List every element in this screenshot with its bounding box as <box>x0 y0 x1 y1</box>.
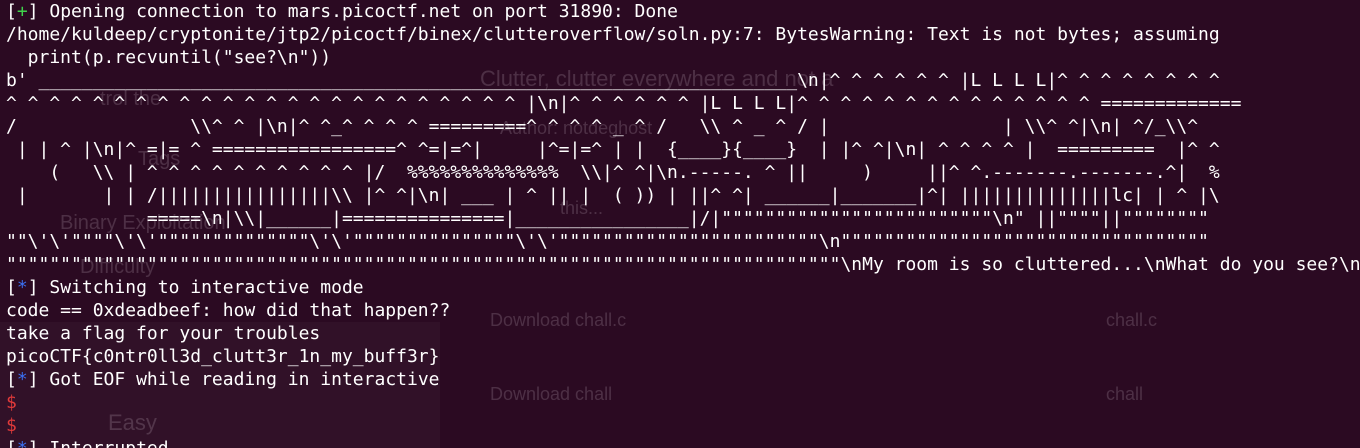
terminal-line: =====\n|\\|______|===============|______… <box>6 207 1360 230</box>
terminal-line: | | ^ |\n|^ =|= ^ =================^ ^=|… <box>6 138 1360 161</box>
output-text: ( \\ | ^ ^ ^ ^ ^ ^ ^ ^ ^ ^ |/ %%%%%%%%%%… <box>6 162 1220 183</box>
terminal-line: """"""""""""""""""""""""""""""""""""""""… <box>6 253 1360 276</box>
output-text: /home/kuldeep/cryptonite/jtp2/picoctf/bi… <box>6 24 1220 45</box>
output-text: ^ ^ ^ ^ ^ ^ ^ ^ ^ ^ ^ ^ ^ ^ ^ ^ ^ ^ ^ ^ … <box>6 93 1242 114</box>
status-bracket-close: ] <box>28 438 39 448</box>
output-text: b' _____________________________________… <box>6 70 1220 91</box>
terminal-line: $ <box>6 391 1360 414</box>
output-text: take a flag for your troubles <box>6 323 321 344</box>
terminal-line: / \\^ ^ |\n|^ ^_^ ^ ^ ^ =========^ ^ ^ ^… <box>6 115 1360 138</box>
output-text: picoCTF{c0ntr0ll3d_clutt3r_1n_my_buff3r} <box>6 346 440 367</box>
output-text: =====\n|\\|______|===============|______… <box>6 208 1209 229</box>
status-info-marker: * <box>17 438 28 448</box>
status-text: Got EOF while reading in interactive <box>38 369 440 390</box>
output-text: / \\^ ^ |\n|^ ^_^ ^ ^ ^ =========^ ^ ^ ^… <box>6 116 1199 137</box>
terminal-line: [+] Opening connection to mars.picoctf.n… <box>6 0 1360 23</box>
terminal-line: code == 0xdeadbeef: how did that happen?… <box>6 299 1360 322</box>
status-bracket-open: [ <box>6 369 17 390</box>
status-text: Switching to interactive mode <box>38 277 364 298</box>
terminal-line: ^ ^ ^ ^ ^ ^ ^ ^ ^ ^ ^ ^ ^ ^ ^ ^ ^ ^ ^ ^ … <box>6 92 1360 115</box>
terminal-output[interactable]: [+] Opening connection to mars.picoctf.n… <box>6 0 1360 448</box>
output-text: | | | /||||||||||||||||\\ |^ ^|\n| ___ |… <box>6 185 1220 206</box>
output-text: | | ^ |\n|^ =|= ^ =================^ ^=|… <box>6 139 1220 160</box>
terminal-line: ""\'\'""""\'\'""""""""""""""\'\'""""""""… <box>6 230 1360 253</box>
status-bracket-open: [ <box>6 277 17 298</box>
shell-prompt: $ <box>6 392 17 413</box>
status-bracket-open: [ <box>6 1 17 22</box>
status-text: Opening connection to mars.picoctf.net o… <box>38 1 678 22</box>
terminal-line: /home/kuldeep/cryptonite/jtp2/picoctf/bi… <box>6 23 1360 46</box>
terminal-line: | | | /||||||||||||||||\\ |^ ^|\n| ___ |… <box>6 184 1360 207</box>
terminal-line: b' _____________________________________… <box>6 69 1360 92</box>
terminal-line: [*] Got EOF while reading in interactive <box>6 368 1360 391</box>
terminal-line: $ <box>6 414 1360 437</box>
status-info-marker: * <box>16 369 28 390</box>
status-bracket-open: [ <box>6 438 17 448</box>
terminal-line: ( \\ | ^ ^ ^ ^ ^ ^ ^ ^ ^ ^ |/ %%%%%%%%%%… <box>6 161 1360 184</box>
output-text: """"""""""""""""""""""""""""""""""""""""… <box>6 254 1360 275</box>
status-text: Interrupted <box>39 438 168 448</box>
status-success-marker: + <box>16 1 28 22</box>
shell-prompt: $ <box>6 415 17 436</box>
terminal-line: take a flag for your troubles <box>6 322 1360 345</box>
output-text: ""\'\'""""\'\'""""""""""""""\'\'""""""""… <box>6 231 1209 252</box>
terminal-line: [*] Switching to interactive mode <box>6 276 1360 299</box>
status-bracket-close: ] <box>27 1 39 22</box>
status-bracket-close: ] <box>27 277 39 298</box>
status-info-marker: * <box>16 277 28 298</box>
terminal-line: picoCTF{c0ntr0ll3d_clutt3r_1n_my_buff3r} <box>6 345 1360 368</box>
output-text: code == 0xdeadbeef: how did that happen?… <box>6 300 451 321</box>
terminal-line: print(p.recvuntil("see?\n")) <box>6 46 1360 69</box>
status-bracket-close: ] <box>27 369 39 390</box>
terminal-line: [*] Interrupted <box>6 437 1360 448</box>
output-text: print(p.recvuntil("see?\n")) <box>6 47 332 68</box>
